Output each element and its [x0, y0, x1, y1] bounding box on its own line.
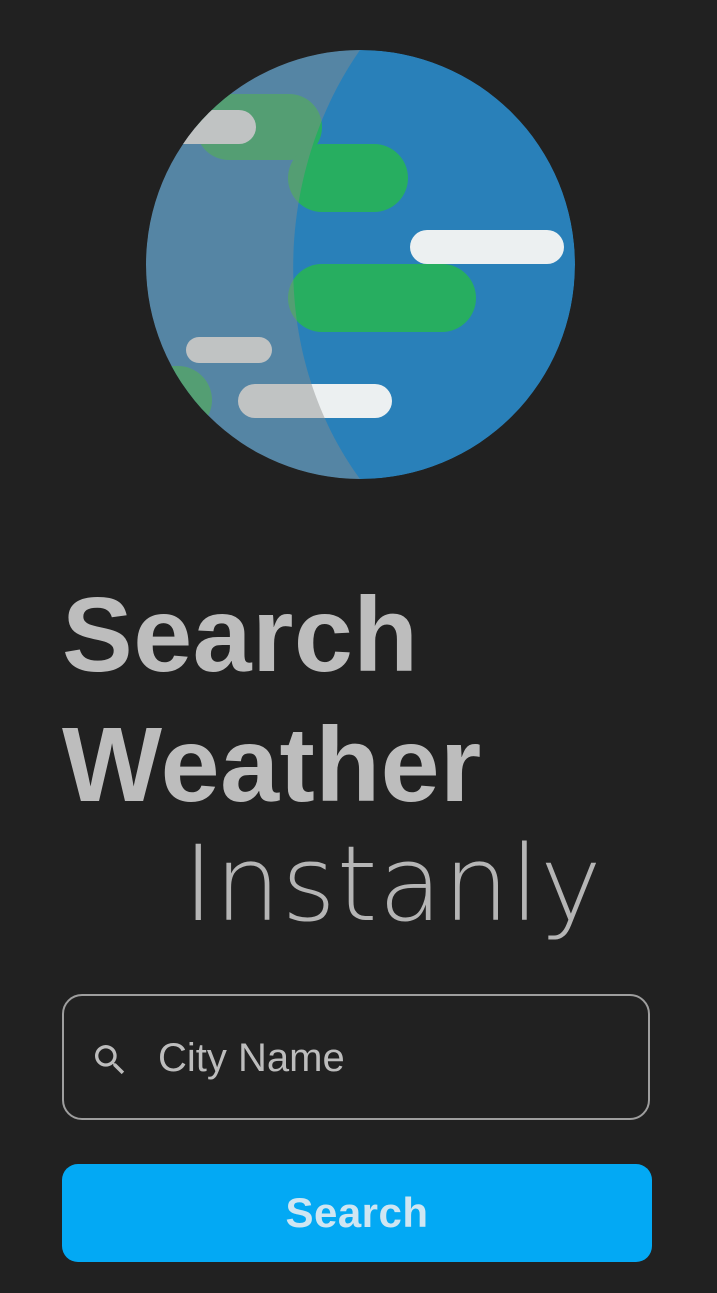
globe-weather-icon: [146, 50, 575, 479]
city-search-field[interactable]: [62, 994, 650, 1120]
city-name-input[interactable]: [158, 1016, 628, 1100]
subtitle-instanly: Instanly: [183, 823, 603, 945]
title-line-search: Search: [62, 576, 419, 694]
search-button[interactable]: Search: [62, 1164, 652, 1262]
title-line-weather: Weather: [62, 706, 482, 824]
search-icon: [90, 1040, 130, 1080]
